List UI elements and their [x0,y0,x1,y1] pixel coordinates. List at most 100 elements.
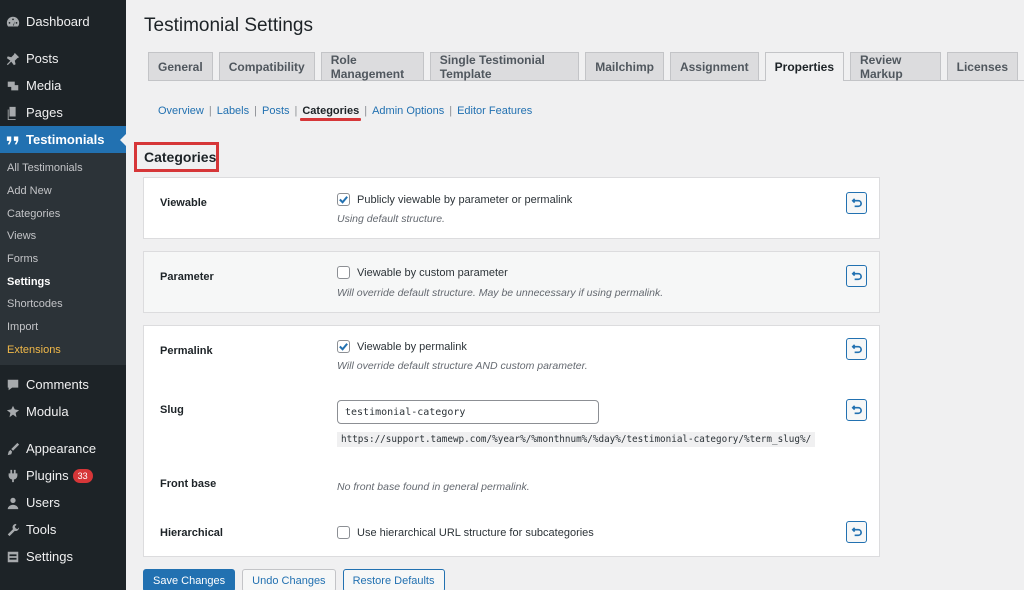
checkbox-checked-icon[interactable] [337,340,350,353]
undo-icon [851,404,862,414]
tab-compatibility[interactable]: Compatibility [218,52,315,80]
menu-label: Appearance [26,441,97,457]
plugins-icon [6,469,20,483]
menu-dashboard[interactable]: Dashboard [0,8,126,35]
hierarchical-reset-button[interactable] [846,521,867,543]
menu-label: Comments [26,377,89,393]
permalink-label: Permalink [160,345,213,357]
save-changes-button[interactable]: Save Changes [143,569,236,590]
tab-review-markup[interactable]: Review Markup [850,52,941,81]
slug-input[interactable] [337,400,599,424]
tab-mailchimp[interactable]: Mailchimp [585,52,664,80]
parameter-description: Will override default structure. May be … [337,287,664,299]
submenu-forms[interactable]: Forms [0,248,126,271]
tab-single-testimonial-template[interactable]: Single Testimonial Template [429,52,580,81]
checkbox-unchecked-icon[interactable] [337,526,350,539]
subnav-labels[interactable]: Labels [217,105,249,117]
menu-appearance[interactable]: Appearance [0,435,126,462]
menu-pages[interactable]: Pages [0,99,126,126]
undo-icon [851,197,862,207]
sub-navigation: Overview | Labels | Posts | Categories |… [158,105,532,121]
testimonials-submenu: All Testimonials Add New Categories View… [0,153,126,366]
menu-label: Tools [26,522,57,538]
pin-icon [6,52,20,66]
undo-icon [851,526,862,536]
subnav-categories[interactable]: Categories [300,105,362,121]
viewable-reset-button[interactable] [846,192,867,214]
restore-defaults-button[interactable]: Restore Defaults [342,569,445,590]
viewable-checkbox[interactable]: Publicly viewable by parameter or permal… [337,193,572,206]
menu-label: Modula [26,404,69,420]
front-base-description: No front base found in general permalink… [337,481,530,493]
menu-tools[interactable]: Tools [0,516,126,543]
menu-posts[interactable]: Posts [0,45,126,72]
subnav-editor-features[interactable]: Editor Features [457,105,532,117]
media-icon [6,79,20,93]
viewable-check-label: Publicly viewable by parameter or permal… [357,193,573,206]
menu-media[interactable]: Media [0,72,126,99]
subnav-posts[interactable]: Posts [262,105,290,117]
permalink-description: Will override default structure AND cust… [337,360,588,372]
parameter-reset-button[interactable] [846,265,867,287]
hierarchical-check-label: Use hierarchical URL structure for subca… [357,526,594,539]
permalink-reset-button[interactable] [846,338,867,360]
permalink-checkbox[interactable]: Viewable by permalink [337,340,467,353]
plugins-update-badge: 33 [72,468,93,483]
settings-tabs: General Compatibility Role Management Si… [148,52,1024,81]
separator: | [208,105,212,117]
submenu-add-new[interactable]: Add New [0,180,126,203]
menu-label: Posts [26,51,59,66]
tab-assignment[interactable]: Assignment [669,52,759,80]
menu-label: Testimonials [26,132,105,147]
submenu-all-testimonials[interactable]: All Testimonials [0,157,126,180]
submenu-settings[interactable]: Settings [0,270,126,293]
undo-icon [851,270,862,280]
menu-label: Dashboard [26,14,90,29]
parameter-check-label: Viewable by custom parameter [357,266,508,279]
page-title: Testimonial Settings [144,15,313,36]
menu-plugins[interactable]: Plugins 33 [0,462,126,489]
permalink-url-preview: https://support.tamewp.com/%year%/%month… [337,432,816,447]
menu-label: Pages [26,105,63,120]
menu-label: Settings [26,549,73,565]
appearance-icon [6,442,20,456]
submenu-views[interactable]: Views [0,225,126,248]
section-title: Categories [134,142,219,172]
menu-modula[interactable]: Modula [0,398,126,425]
tab-general[interactable]: General [148,52,213,80]
separator: | [294,105,298,117]
tools-icon [6,523,20,537]
submenu-import[interactable]: Import [0,316,126,339]
users-icon [6,496,20,510]
tab-properties[interactable]: Properties [764,52,844,81]
quote-icon [6,133,20,147]
submenu-categories[interactable]: Categories [0,202,126,225]
separator: | [254,105,257,117]
subnav-overview[interactable]: Overview [158,105,204,117]
separator: | [364,105,368,117]
menu-comments[interactable]: Comments [0,371,126,398]
main-content: Testimonial Settings General Compatibili… [126,0,1024,590]
parameter-checkbox[interactable]: Viewable by custom parameter [337,266,508,279]
form-actions: Save Changes Undo Changes Restore Defaul… [143,569,452,590]
menu-settings[interactable]: Settings [0,543,126,570]
front-base-label: Front base [160,478,217,490]
settings-icon [6,550,20,564]
permalink-card: Permalink Viewable by permalink Will ove… [143,325,880,557]
checkbox-checked-icon[interactable] [337,193,350,206]
menu-users[interactable]: Users [0,489,126,516]
modula-icon [6,405,20,419]
subnav-admin-options[interactable]: Admin Options [372,105,444,117]
viewable-description: Using default structure. [337,213,445,225]
tab-role-management[interactable]: Role Management [320,52,424,81]
dashboard-icon [6,15,20,29]
submenu-shortcodes[interactable]: Shortcodes [0,293,126,316]
hierarchical-checkbox[interactable]: Use hierarchical URL structure for subca… [337,526,594,539]
submenu-extensions[interactable]: Extensions [0,339,126,362]
tab-licenses[interactable]: Licenses [946,52,1018,80]
menu-testimonials[interactable]: Testimonials [0,126,126,153]
undo-changes-button[interactable]: Undo Changes [242,569,336,590]
checkbox-unchecked-icon[interactable] [337,266,350,279]
slug-reset-button[interactable] [846,399,867,421]
undo-icon [851,343,862,353]
